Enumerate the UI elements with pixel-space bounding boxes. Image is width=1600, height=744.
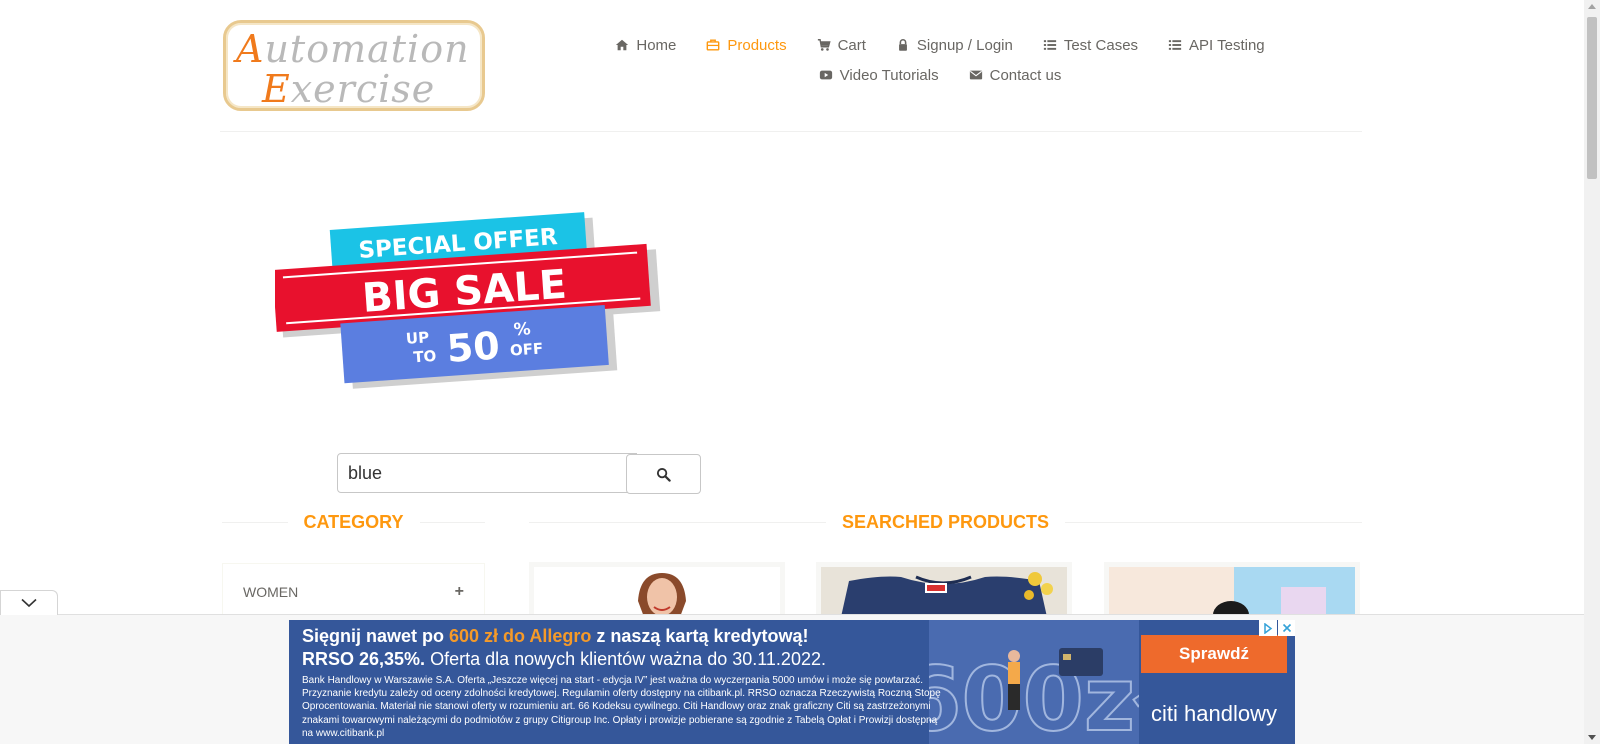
nav-row-2: Video Tutorials Contact us [620,60,1260,90]
product-image [821,567,1067,617]
category-item-women[interactable]: WOMEN + [223,564,484,620]
list-icon [1043,40,1056,50]
scroll-down-arrow[interactable] [1588,735,1596,740]
chevron-down-icon [21,598,37,608]
nav-cart[interactable]: Cart [817,37,866,54]
youtube-icon [819,70,832,80]
banner-percent-sign: % [513,319,531,340]
nav-row-1: Home Products Cart Signup / Login Test C… [616,30,1265,60]
products-title: SEARCHED PRODUCTS [841,511,1050,532]
heading-line [222,521,288,523]
ad-headline-highlight: 600 zł do Allegro [449,626,592,646]
product-image [534,567,780,617]
scroll-thumb[interactable] [1587,17,1597,179]
nav-contact-us-label: Contact us [989,66,1062,84]
logo-line-2: Exercise [262,67,436,111]
category-title: CATEGORY [303,511,404,532]
page: Automation Exercise Home Products Cart S… [0,0,1600,744]
lock-icon [898,39,907,51]
envelope-icon [969,70,982,80]
nav-test-cases-label: Test Cases [1063,36,1139,54]
nav-products-label: Products [727,36,787,54]
ad-close-icon[interactable] [1278,620,1295,636]
nav-home[interactable]: Home [615,37,676,54]
ad-subline-bold: RRSO 26,35%. [302,649,426,669]
ad-subline: RRSO 26,35%. Oferta dla nowych klientów … [302,649,826,670]
ad-headline: Sięgnij nawet po 600 zł do Allegro z nas… [302,626,808,647]
plus-icon: + [454,583,464,600]
page-scrollbar[interactable] [1584,0,1600,744]
products-heading: SEARCHED PRODUCTS [529,512,1362,532]
ad-visual: 600zł [929,620,1139,744]
ad-headline-pre: Sięgnij nawet po [302,626,450,646]
product-card[interactable] [1104,562,1360,622]
header-divider [220,131,1362,132]
list-icon [1168,40,1182,50]
home-icon [616,39,629,51]
category-heading: CATEGORY [222,511,486,532]
product-image [1109,567,1355,617]
ad-cta-button[interactable]: Sprawdź [1141,635,1287,673]
nav-home-label: Home [636,36,677,54]
product-card[interactable] [816,562,1072,622]
nav-test-cases[interactable]: Test Cases [1043,37,1138,54]
products-icon [706,39,720,51]
nav-signup-login-label: Signup / Login [916,36,1013,54]
banner-off: OFF [509,339,543,359]
nav-products[interactable]: Products [706,36,787,54]
logo-line-1: Automation [236,27,470,71]
nav-video-tutorials[interactable]: Video Tutorials [819,67,939,84]
search-input[interactable] [337,453,637,493]
nav-api-testing-label: API Testing [1189,36,1265,54]
ad-headline-post: z naszą kartą kredytową! [591,626,809,646]
advertisement[interactable]: 600zł Sięgnij nawet po 600 zł do Allegro… [289,620,1295,744]
ad-collapse-tab[interactable] [0,590,58,615]
banner-percent: 50 [445,323,501,371]
nav-video-tutorials-label: Video Tutorials [839,66,939,84]
nav-cart-label: Cart [837,36,866,54]
scroll-up-arrow[interactable] [1588,4,1596,9]
adchoices-icon[interactable] [1259,620,1277,636]
ad-brand-logo: citi handlowy [1151,701,1277,726]
heading-line [1065,521,1362,523]
banner-to: TO [413,347,437,367]
search-icon [656,467,671,482]
product-card[interactable] [529,562,785,622]
nav-contact-us[interactable]: Contact us [969,66,1062,84]
sale-banner: SPECIAL OFFER BIG SALE UP TO 50 % OFF [275,212,661,389]
cart-icon [817,39,831,51]
banner-up: UP [405,328,429,348]
nav-api-testing[interactable]: API Testing [1168,37,1265,54]
heading-line [419,521,486,523]
category-item-label: WOMEN [243,584,299,600]
search-button[interactable] [626,454,701,494]
ad-small-print: Bank Handlowy w Warszawie S.A. Oferta „J… [302,675,941,739]
nav-signup-login[interactable]: Signup / Login [896,37,1013,54]
site-logo[interactable]: Automation Exercise [223,20,485,111]
main-nav: Home Products Cart Signup / Login Test C… [616,30,1265,90]
ad-subline-rest: Oferta dla nowych klientów ważna do 30.1… [425,649,826,669]
heading-line [529,521,826,523]
ad-visual-text: 600zł [929,648,1139,744]
